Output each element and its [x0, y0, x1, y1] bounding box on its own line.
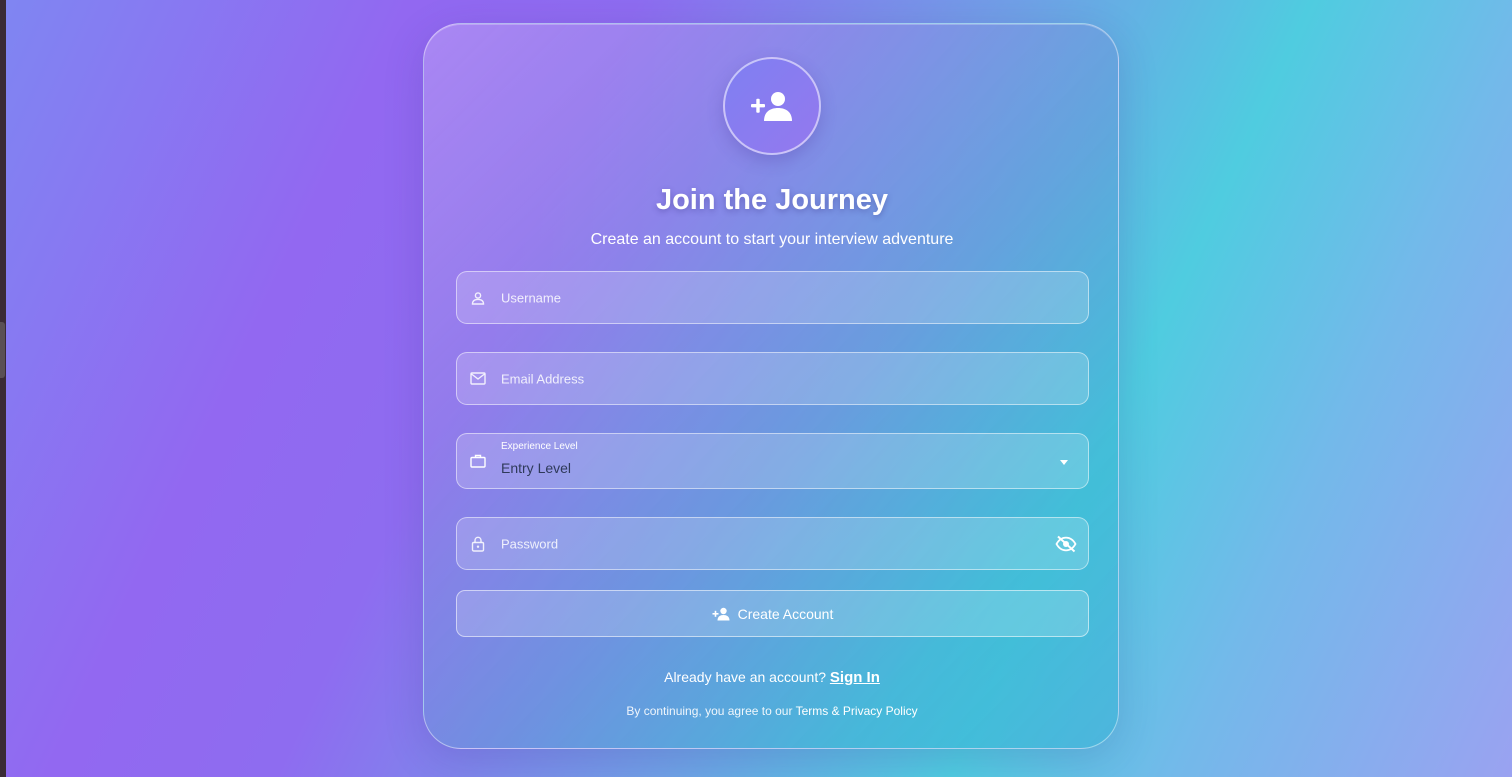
lock-icon: [470, 536, 486, 552]
create-account-label: Create Account: [737, 605, 834, 622]
eye-off-icon: [1055, 535, 1077, 552]
signin-prompt-row: Already have an account? Sign In: [424, 669, 1120, 686]
experience-level-select[interactable]: Experience Level Entry Level: [456, 433, 1089, 489]
left-edge-strip: [0, 0, 6, 777]
terms-link[interactable]: Terms & Privacy Policy: [796, 704, 918, 718]
signin-link[interactable]: Sign In: [830, 669, 880, 686]
create-account-button[interactable]: Create Account: [456, 590, 1089, 637]
username-placeholder: Username: [501, 290, 561, 305]
password-field[interactable]: Password: [456, 517, 1089, 570]
briefcase-icon: [470, 453, 486, 469]
signin-prompt: Already have an account?: [664, 669, 830, 685]
person-icon: [470, 290, 486, 306]
mail-icon: [470, 371, 486, 387]
experience-level-label: Experience Level: [501, 441, 578, 452]
signup-card: Join the Journey Create an account to st…: [423, 23, 1119, 749]
password-visibility-toggle[interactable]: [1054, 532, 1078, 556]
email-placeholder: Email Address: [501, 371, 585, 386]
email-field[interactable]: Email Address: [456, 352, 1089, 405]
page-subtitle: Create an account to start your intervie…: [590, 231, 954, 248]
terms-row: By continuing, you agree to our Terms & …: [424, 704, 1120, 718]
person-add-icon: [712, 607, 730, 621]
left-edge-handle[interactable]: [0, 322, 5, 378]
experience-level-value: Entry Level: [501, 460, 572, 476]
person-add-icon: [751, 92, 792, 121]
avatar: [723, 57, 821, 155]
username-field[interactable]: Username: [456, 271, 1089, 324]
dropdown-arrow-icon[interactable]: [1060, 460, 1068, 465]
page-title: Join the Journey: [655, 184, 889, 216]
password-placeholder: Password: [501, 536, 559, 551]
terms-prefix: By continuing, you agree to our: [626, 704, 796, 718]
